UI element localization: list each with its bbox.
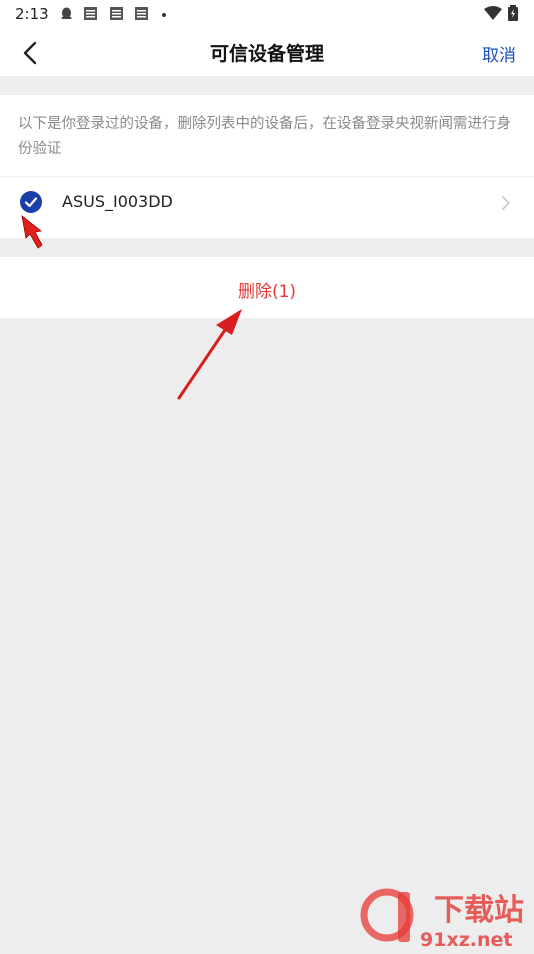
- device-list-description: 以下是你登录过的设备，删除列表中的设备后，在设备登录央视新闻需进行身份验证: [18, 116, 511, 157]
- annotation-arrow-icon: [21, 215, 43, 249]
- top-nav-bar: 可信设备管理 取消: [0, 28, 534, 76]
- watermark-url: 91xz.net: [420, 929, 512, 950]
- watermark-title: 下载站: [434, 893, 524, 928]
- wifi-icon: [484, 6, 502, 20]
- cancel-button[interactable]: 取消: [482, 41, 516, 66]
- delete-button[interactable]: 删除(1): [0, 277, 534, 302]
- delete-bar: 删除(1): [0, 257, 534, 318]
- chevron-right-icon: [502, 196, 510, 210]
- annotation-arrow-icon: [177, 309, 242, 400]
- more-notifications-dot: [162, 13, 166, 17]
- device-list-item[interactable]: ASUS_I003DD: [0, 177, 534, 238]
- device-name: ASUS_I003DD: [62, 192, 173, 211]
- device-checkbox[interactable]: [20, 191, 42, 213]
- news-notification-icon: [84, 7, 97, 20]
- device-list-card: 以下是你登录过的设备，删除列表中的设备后，在设备登录央视新闻需进行身份验证 AS…: [0, 95, 534, 238]
- checkmark-icon: [24, 197, 38, 208]
- watermark-logo: 下载站 91xz.net: [360, 880, 534, 951]
- news-notification-icon: [135, 7, 148, 20]
- status-bar: 2:13: [0, 0, 534, 28]
- news-notification-icon: [110, 7, 123, 20]
- qq-notification-icon: [61, 7, 72, 19]
- battery-icon: [508, 5, 518, 21]
- watermark-logo-icon: 下载站 91xz.net: [360, 888, 524, 951]
- status-time: 2:13: [15, 5, 49, 23]
- page-title: 可信设备管理: [209, 43, 324, 65]
